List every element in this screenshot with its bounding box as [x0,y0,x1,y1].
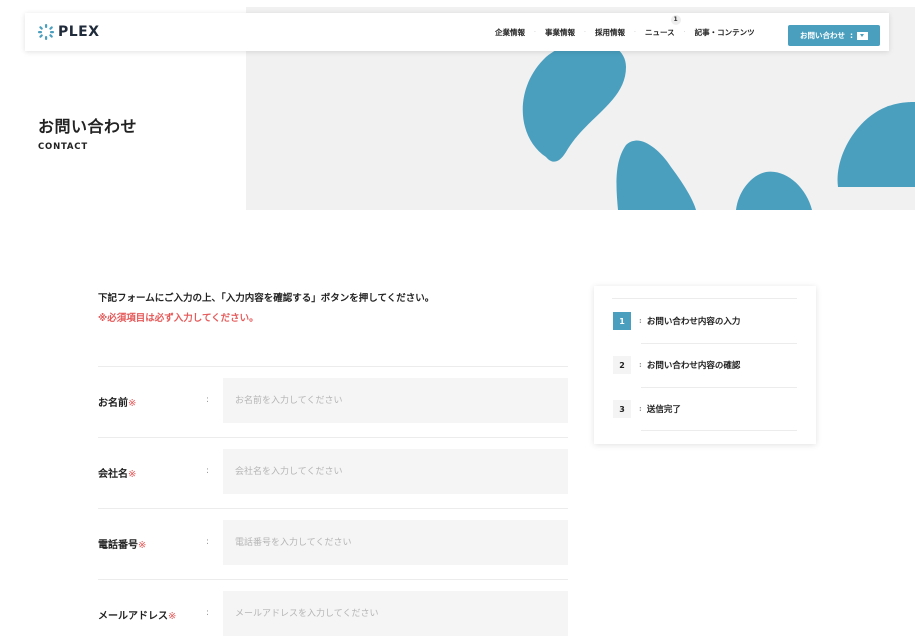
form-divider [98,508,568,509]
name-label-text: お名前 [98,398,128,409]
nav-item-company[interactable]: 企業情報 [495,27,525,38]
step-number: 1 [613,312,631,330]
name-input[interactable] [223,378,568,423]
company-label: 会社名※ [98,465,136,480]
required-mark: ※ [128,469,137,480]
phone-input[interactable] [223,520,568,565]
form-divider [98,579,568,580]
company-colon: : [206,466,210,476]
phone-label: 電話番号※ [98,536,146,551]
company-input[interactable] [223,449,568,494]
nav-item-news[interactable]: ニュース 1 [645,14,681,38]
logo-text: PLEX [58,24,100,40]
main-nav: 企業情報 · 事業情報 · 採用情報 · ニュース 1 · 記事・コンテンツ [495,13,755,51]
contact-button[interactable]: お問い合わせ : [788,25,880,46]
site-header: PLEX 企業情報 · 事業情報 · 採用情報 · ニュース 1 · 記事・コン… [25,13,889,51]
email-colon: : [206,608,210,618]
required-mark: ※ [138,540,147,551]
nav-item-recruit[interactable]: 採用情報 [595,27,625,38]
nav-separator: · [534,28,536,36]
form-divider [98,366,568,367]
contact-button-label: お問い合わせ [800,31,845,40]
email-label-text: メールアドレス [98,611,168,622]
steps-panel: 1 : お問い合わせ内容の入力 2 : お問い合わせ内容の確認 3 : 送信完了 [594,286,816,444]
step-colon: : [639,405,642,413]
step-3: 3 : 送信完了 [613,400,681,418]
step-divider [641,430,797,431]
required-note: ※必須項目は必ず入力してください。 [98,313,259,324]
page-subtitle: CONTACT [38,142,88,152]
step-colon: : [639,317,642,325]
required-mark: ※ [128,398,137,409]
step-number: 3 [613,400,631,418]
step-2: 2 : お問い合わせ内容の確認 [613,356,740,374]
step-divider [641,343,797,344]
name-colon: : [206,395,210,405]
mail-icon [857,31,868,40]
step-divider [612,298,797,299]
nav-separator: · [683,28,686,36]
news-count-badge: 1 [670,14,681,25]
email-input[interactable] [223,591,568,636]
contact-button-colon: : [850,31,853,40]
nav-item-business[interactable]: 事業情報 [545,27,575,38]
step-label: 送信完了 [646,405,681,415]
nav-separator: · [584,28,586,36]
phone-label-text: 電話番号 [98,540,138,551]
step-label: お問い合わせ内容の入力 [646,317,741,327]
required-mark: ※ [168,611,177,622]
nav-item-articles[interactable]: 記事・コンテンツ [695,27,755,38]
step-divider [641,387,797,388]
step-number: 2 [613,356,631,374]
company-label-text: 会社名 [98,469,128,480]
page-title: お問い合わせ [38,117,138,136]
email-label: メールアドレス※ [98,607,176,622]
step-1: 1 : お問い合わせ内容の入力 [613,312,740,330]
nav-item-news-label: ニュース [645,27,675,37]
form-divider [98,437,568,438]
phone-colon: : [206,537,210,547]
name-label: お名前※ [98,394,136,409]
step-label: お問い合わせ内容の確認 [646,361,741,371]
step-colon: : [639,361,642,369]
nav-separator: · [634,28,636,36]
logo[interactable]: PLEX [37,23,100,41]
logo-icon [38,24,54,40]
form-intro-text: 下記フォームにご入力の上、「入力内容を確認する」ボタンを押してください。 [98,293,435,304]
